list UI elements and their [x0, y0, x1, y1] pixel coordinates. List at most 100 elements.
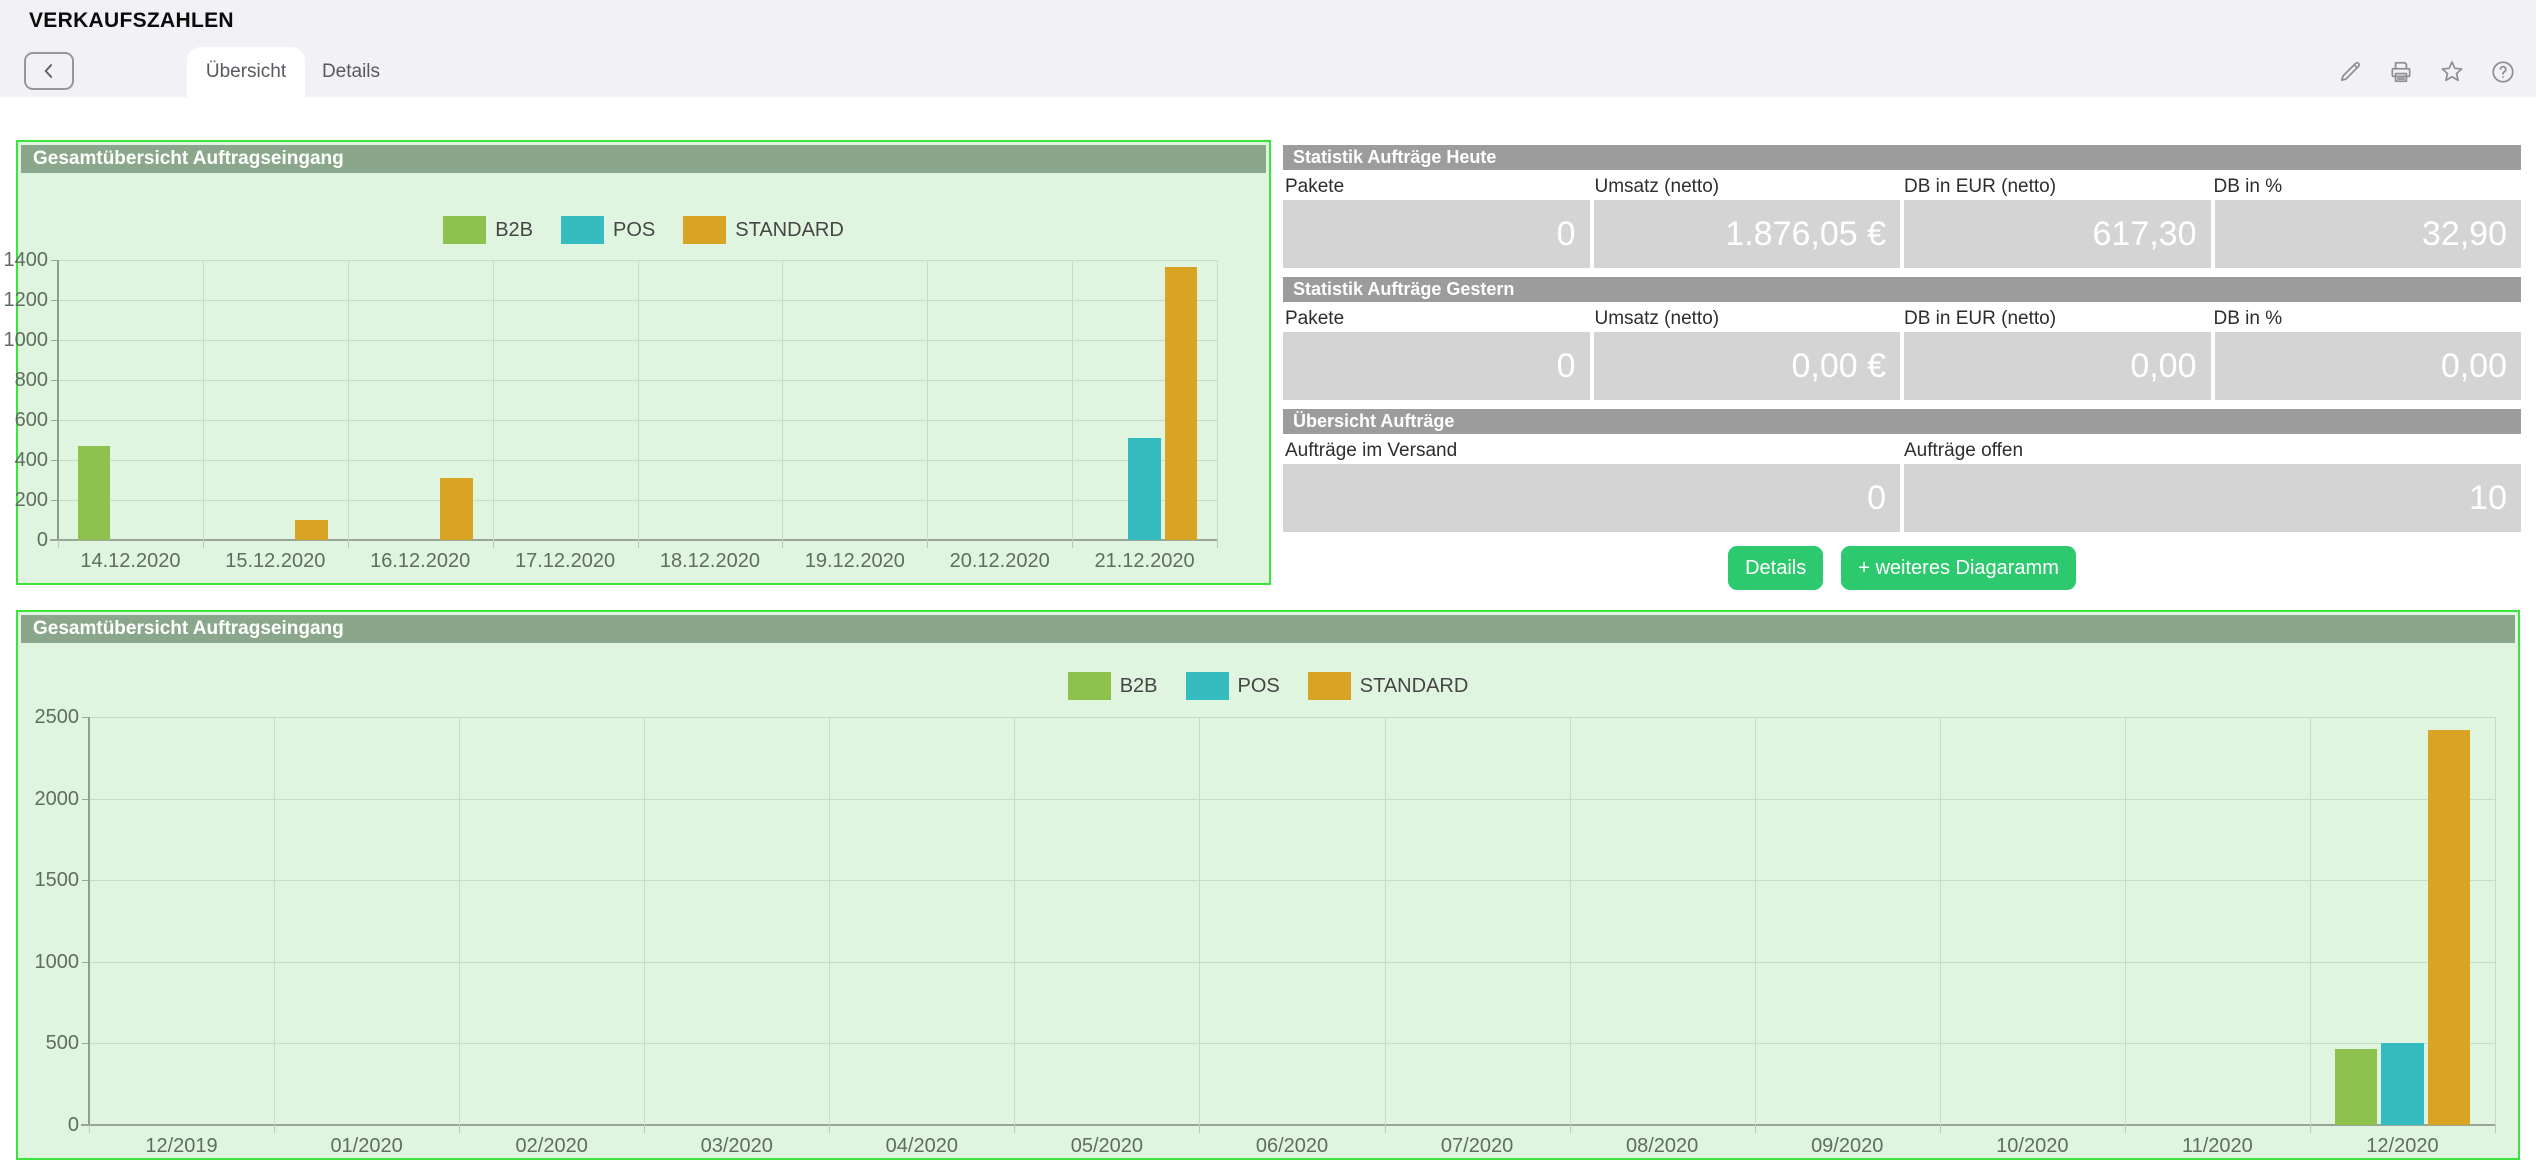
gridline [1199, 717, 1200, 1125]
gridline [89, 880, 2495, 881]
chart-legend-daily: B2B POS STANDARD [18, 216, 1269, 244]
bar-standard-15.12.2020[interactable] [295, 520, 327, 540]
bar-standard-16.12.2020[interactable] [440, 478, 472, 540]
bar-standard-21.12.2020[interactable] [1165, 267, 1197, 540]
stats-value-cell: 0,00 [2215, 332, 2522, 400]
x-tick [2495, 1125, 2496, 1133]
x-tick-label: 12/2019 [89, 1135, 274, 1158]
bar-pos-21.12.2020[interactable] [1128, 438, 1160, 540]
x-tick-label: 02/2020 [459, 1135, 644, 1158]
x-tick [638, 540, 639, 548]
x-axis-line [81, 1124, 2495, 1126]
stats-value-cell: 10 [1904, 464, 2521, 532]
x-tick-label: 01/2020 [274, 1135, 459, 1158]
y-tick-label: 200 [0, 489, 48, 512]
gridline [1570, 717, 1571, 1125]
x-tick-label: 20.12.2020 [927, 550, 1072, 573]
x-tick-label: 08/2020 [1570, 1135, 1755, 1158]
stats-column-label: DB in EUR (netto) [1902, 308, 2212, 330]
x-tick [1940, 1125, 1941, 1133]
chart-panel-daily: Gesamtübersicht Auftragseingang B2B POS ST… [16, 140, 1271, 585]
tab-uebersicht[interactable]: Übersicht [187, 47, 305, 97]
help-button[interactable] [2488, 57, 2518, 87]
chevron-left-icon [39, 61, 59, 81]
x-tick-label: 03/2020 [644, 1135, 829, 1158]
bar-pos-12/2020[interactable] [2381, 1043, 2423, 1125]
chart-plot-daily: 020040060080010001200140014.12.202015.12… [58, 260, 1217, 540]
legend-item-b2b[interactable]: B2B [443, 216, 533, 244]
back-button[interactable] [24, 52, 74, 90]
gridline [1940, 717, 1941, 1125]
favorite-button[interactable] [2437, 57, 2467, 87]
y-tick-label: 1000 [23, 951, 79, 974]
stats-value-cell: 1.876,05 € [1594, 200, 1901, 268]
x-tick-label: 14.12.2020 [58, 550, 203, 573]
legend-item-b2b[interactable]: B2B [1068, 672, 1158, 700]
legend-label: POS [613, 219, 655, 242]
stats-section-title: Statistik Aufträge Heute [1283, 145, 2521, 170]
y-tick-label: 600 [0, 409, 48, 432]
print-button[interactable] [2386, 57, 2416, 87]
stats-section: Statistik Aufträge GesternPaketeUmsatz (… [1283, 277, 2521, 400]
bar-standard-12/2020[interactable] [2428, 730, 2470, 1125]
stats-value-cell: 32,90 [2215, 200, 2522, 268]
gridline [782, 260, 783, 540]
y-tick-label: 1400 [0, 249, 48, 272]
y-axis-line [57, 260, 59, 540]
tab-details[interactable]: Details [305, 47, 397, 97]
x-axis-line [50, 539, 1217, 541]
legend-label: STANDARD [1360, 675, 1469, 698]
gridline [638, 260, 639, 540]
x-tick-label: 07/2020 [1385, 1135, 1570, 1158]
x-tick [782, 540, 783, 548]
details-button[interactable]: Details [1728, 546, 1823, 590]
bar-b2b-12/2020[interactable] [2335, 1049, 2377, 1125]
gridline [348, 260, 349, 540]
legend-item-standard[interactable]: STANDARD [1308, 672, 1469, 700]
favorite-icon [2439, 59, 2465, 85]
gridline [1072, 260, 1073, 540]
stats-label-row: PaketeUmsatz (netto)DB in EUR (netto)DB … [1283, 173, 2521, 200]
y-tick-label: 2500 [23, 706, 79, 729]
gridline [1755, 717, 1756, 1125]
y-tick-label: 0 [23, 1114, 79, 1137]
stats-sections: Statistik Aufträge Heute PaketeUmsatz (ne… [1283, 145, 2521, 532]
stats-column-label: Aufträge im Versand [1283, 440, 1902, 462]
gridline [459, 717, 460, 1125]
chart-panel-monthly: Gesamtübersicht Auftragseingang B2BPOSST… [16, 610, 2520, 1160]
legend-swatch [1186, 672, 1229, 700]
x-tick-label: 21.12.2020 [1072, 550, 1217, 573]
x-tick [829, 1125, 830, 1133]
edit-icon [2337, 59, 2363, 85]
legend-item-pos[interactable]: POS [1186, 672, 1280, 700]
x-tick [1072, 540, 1073, 548]
gridline [203, 260, 204, 540]
stats-value-cell: 0 [1283, 332, 1590, 400]
x-tick [274, 1125, 275, 1133]
gridline [1385, 717, 1386, 1125]
x-tick-label: 11/2020 [2125, 1135, 2310, 1158]
gridline [2495, 717, 2496, 1125]
edit-button[interactable] [2335, 57, 2365, 87]
legend-item-standard[interactable]: STANDARD [683, 216, 844, 244]
legend-item-pos[interactable]: POS [561, 216, 655, 244]
x-tick-label: 06/2020 [1199, 1135, 1384, 1158]
stats-column-label: Umsatz (netto) [1593, 308, 1903, 330]
stats-column-label: DB in % [2212, 176, 2522, 198]
gridline [274, 717, 275, 1125]
page-title: VERKAUFSZAHLEN [29, 9, 234, 33]
x-tick-label: 17.12.2020 [493, 550, 638, 573]
x-tick [1755, 1125, 1756, 1133]
y-tick-label: 1200 [0, 289, 48, 312]
stats-value-cell: 0,00 [1904, 332, 2211, 400]
stats-value-row: 00,00 €0,000,00 [1283, 332, 2521, 400]
stats-section-title: Statistik Aufträge Gestern [1283, 277, 2521, 302]
chart-title-daily: Gesamtübersicht Auftragseingang [21, 145, 1266, 173]
legend-swatch [561, 216, 604, 244]
stats-value-row: 010 [1283, 464, 2521, 532]
top-bar: VERKAUFSZAHLEN Übersicht Details [0, 0, 2536, 97]
bar-b2b-14.12.2020[interactable] [78, 446, 110, 540]
add-diagram-button[interactable]: + weiteres Diagaramm [1841, 546, 2076, 590]
stats-buttons-row: Details + weiteres Diagaramm [1283, 546, 2521, 590]
stats-value-cell: 0 [1283, 200, 1590, 268]
